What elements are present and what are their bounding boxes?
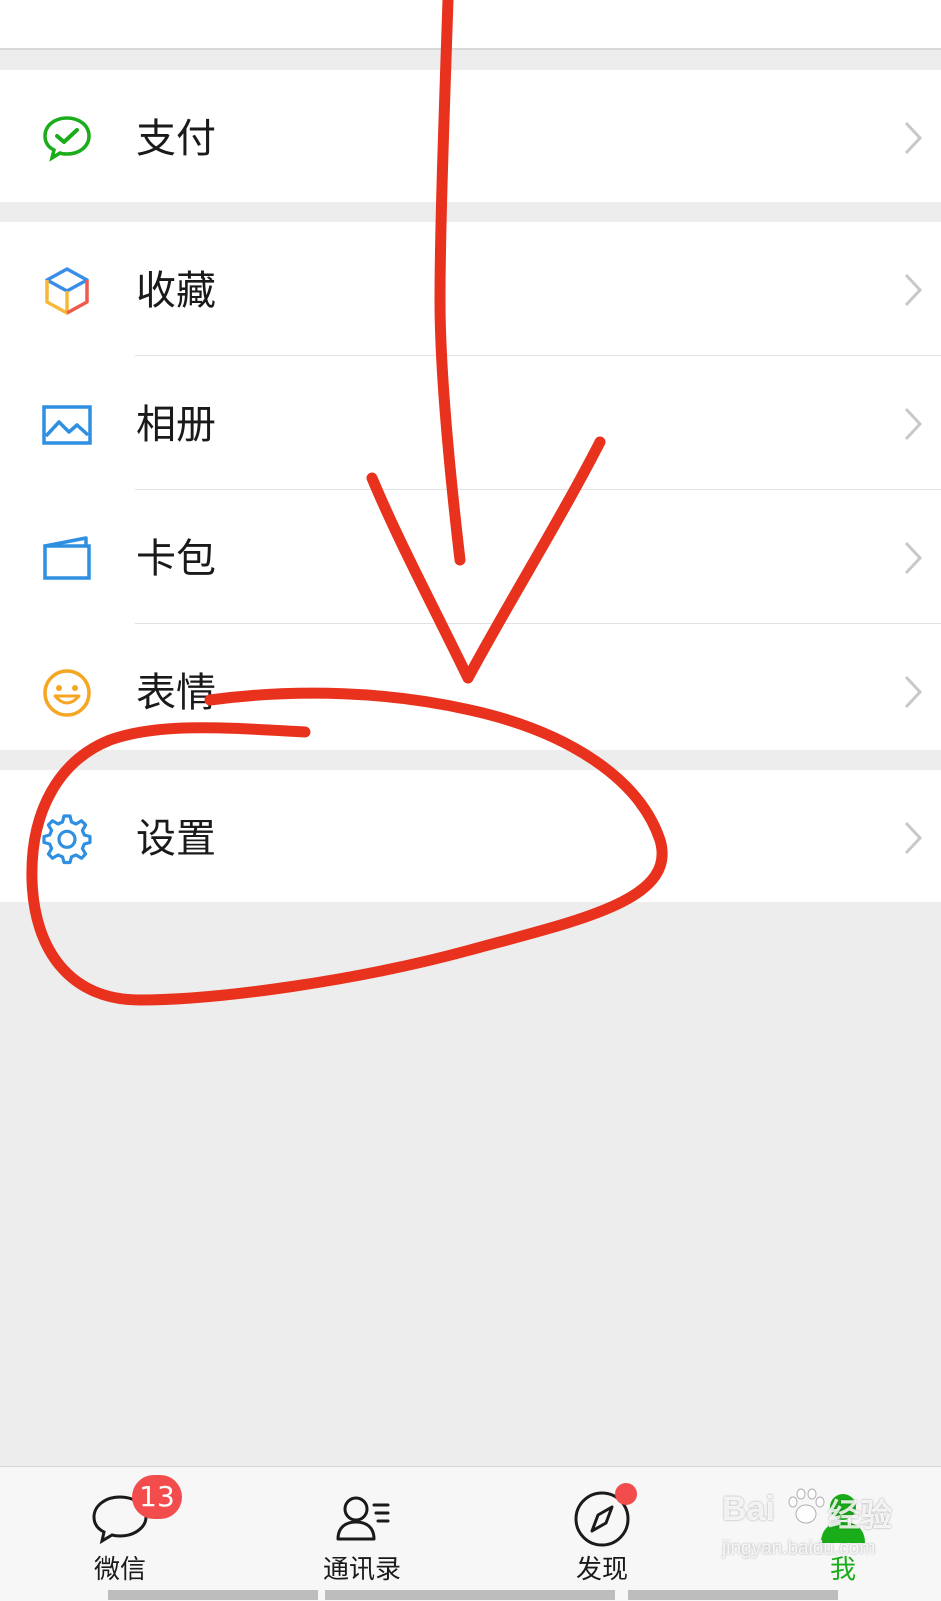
wechat-me-screen: 支付 收藏 相册 卡包 表情 设置 13 微信 通讯录 发现 我 Bai 经验 … xyxy=(0,0,941,1601)
watermark-url: jingyan.baidu.com xyxy=(722,1538,876,1559)
menu-item-label: 相册 xyxy=(136,402,216,448)
tab-chats[interactable]: 13 微信 xyxy=(40,1467,200,1601)
menu-item-label: 卡包 xyxy=(136,536,216,582)
tab-label: 微信 xyxy=(93,1555,146,1585)
card-wallet-icon xyxy=(43,536,91,580)
watermark-suffix: 经验 xyxy=(828,1497,893,1533)
menu-item-settings[interactable]: 设置 xyxy=(0,770,941,904)
menu-item-favorites[interactable]: 收藏 xyxy=(0,222,941,356)
cube-icon xyxy=(45,267,89,315)
chevron-right-icon xyxy=(904,407,923,441)
wechat-pay-icon xyxy=(43,116,91,162)
picture-icon xyxy=(42,405,92,445)
baidu-jingyan-watermark: Bai 经验 jingyan.baidu.com xyxy=(722,1480,902,1580)
menu-group-main: 收藏 相册 卡包 表情 xyxy=(0,222,941,750)
contacts-icon xyxy=(336,1496,390,1541)
menu-item-label: 支付 xyxy=(136,116,216,162)
watermark-brand: Bai xyxy=(722,1490,775,1528)
menu-item-album[interactable]: 相册 xyxy=(0,356,941,490)
chevron-right-icon xyxy=(904,121,923,155)
bottom-edge-bars xyxy=(0,1590,941,1600)
menu-item-pay[interactable]: 支付 xyxy=(0,70,941,204)
chevron-right-icon xyxy=(904,675,923,709)
menu-item-cards[interactable]: 卡包 xyxy=(0,490,941,624)
new-content-dot xyxy=(615,1483,637,1505)
smiley-icon xyxy=(43,669,91,717)
chevron-right-icon xyxy=(904,541,923,575)
chevron-right-icon xyxy=(904,821,923,855)
menu-item-label: 设置 xyxy=(136,816,216,862)
menu-item-stickers[interactable]: 表情 xyxy=(0,624,941,758)
tab-label: 发现 xyxy=(575,1555,628,1585)
menu-group-pay: 支付 xyxy=(0,70,941,202)
paw-logo-icon xyxy=(788,1488,825,1524)
menu-group-settings: 设置 xyxy=(0,770,941,902)
chevron-right-icon xyxy=(904,273,923,307)
tab-contacts[interactable]: 通讯录 xyxy=(282,1467,442,1601)
unread-badge: 13 xyxy=(132,1475,182,1519)
menu-item-label: 表情 xyxy=(136,670,216,716)
menu-item-label: 收藏 xyxy=(136,268,216,314)
gear-icon xyxy=(42,814,92,865)
tab-discover[interactable]: 发现 xyxy=(522,1467,682,1601)
profile-header-strip xyxy=(0,0,941,50)
tab-label: 通讯录 xyxy=(322,1555,401,1585)
